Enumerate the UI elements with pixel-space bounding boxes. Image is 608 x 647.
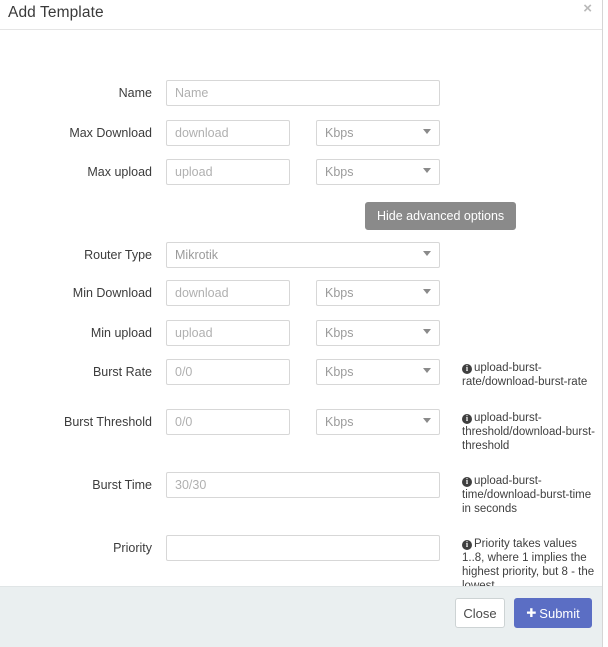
router-type-select[interactable]: Mikrotik (166, 242, 440, 268)
submit-button[interactable]: ✚ Submit (514, 598, 592, 628)
label-priority: Priority (113, 541, 152, 555)
row-router-type: Router Type Mikrotik (0, 242, 603, 268)
burst-rate-input[interactable] (166, 359, 290, 385)
burst-threshold-unit-value[interactable]: Kbps (316, 409, 440, 435)
min-download-unit-select[interactable]: Kbps (316, 280, 440, 306)
burst-time-help-text: upload-burst-time/download-burst-time in… (462, 475, 592, 515)
max-upload-unit-select[interactable]: Kbps (316, 159, 440, 185)
label-burst-time: Burst Time (92, 478, 152, 492)
min-upload-unit-value[interactable]: Kbps (316, 320, 440, 346)
close-button[interactable]: Close (455, 598, 505, 628)
hide-advanced-options-button[interactable]: Hide advanced options (365, 202, 517, 230)
info-icon: i (462, 477, 472, 487)
dialog-footer: Close ✚ Submit (0, 586, 602, 647)
name-input[interactable] (166, 80, 440, 106)
min-upload-unit-select[interactable]: Kbps (316, 320, 440, 346)
info-icon: i (462, 364, 472, 374)
label-max-upload: Max upload (87, 165, 152, 179)
burst-threshold-help: i upload-burst-threshold/download-burst-t… (462, 411, 598, 453)
priority-input[interactable] (166, 535, 440, 561)
close-icon[interactable]: × (583, 1, 592, 17)
info-icon: i (462, 540, 472, 550)
burst-rate-unit-value[interactable]: Kbps (316, 359, 440, 385)
dialog-header: Add Template × (0, 0, 602, 30)
submit-button-label: Submit (539, 605, 580, 621)
max-upload-input[interactable] (166, 159, 290, 185)
dialog-body: Name Max Download Kbps Max upload Kbps H… (0, 30, 603, 592)
burst-rate-unit-select[interactable]: Kbps (316, 359, 440, 385)
row-max-download: Max Download Kbps (0, 120, 603, 146)
label-min-download: Min Download (72, 286, 152, 300)
label-router-type: Router Type (84, 248, 152, 262)
min-upload-input[interactable] (166, 320, 290, 346)
burst-threshold-unit-select[interactable]: Kbps (316, 409, 440, 435)
row-max-upload: Max upload Kbps (0, 159, 603, 185)
label-burst-rate: Burst Rate (92, 365, 152, 379)
burst-threshold-input[interactable] (166, 409, 290, 435)
burst-rate-help-text: upload-burst-rate/download-burst-rate (462, 362, 588, 388)
burst-time-input[interactable] (166, 472, 440, 498)
min-download-unit-value[interactable]: Kbps (316, 280, 440, 306)
info-icon: i (462, 414, 472, 424)
label-name: Name (118, 86, 152, 100)
max-download-unit-value[interactable]: Kbps (316, 120, 440, 146)
row-name: Name (0, 80, 603, 106)
priority-help-text: Priority takes values 1..8, where 1 impl… (462, 538, 595, 592)
plus-icon: ✚ (526, 605, 537, 620)
max-download-unit-select[interactable]: Kbps (316, 120, 440, 146)
label-min-upload: Min upload (90, 326, 152, 340)
row-min-download: Min Download Kbps (0, 280, 603, 306)
burst-rate-help: i upload-burst-rate/download-burst-rate (462, 361, 598, 389)
add-template-dialog: Add Template × Name Max Download Kbps Ma… (0, 0, 603, 647)
label-max-download: Max Download (69, 126, 152, 140)
max-download-input[interactable] (166, 120, 290, 146)
burst-time-help: i upload-burst-time/download-burst-time i… (462, 474, 598, 516)
priority-help: i Priority takes values 1..8, where 1 imp… (462, 537, 598, 593)
max-upload-unit-value[interactable]: Kbps (316, 159, 440, 185)
dialog-title: Add Template (8, 4, 104, 21)
row-min-upload: Min upload Kbps (0, 320, 603, 346)
router-type-value[interactable]: Mikrotik (166, 242, 440, 268)
label-burst-threshold: Burst Threshold (63, 415, 152, 429)
burst-threshold-help-text: upload-burst-threshold/download-burst-th… (462, 412, 595, 452)
min-download-input[interactable] (166, 280, 290, 306)
